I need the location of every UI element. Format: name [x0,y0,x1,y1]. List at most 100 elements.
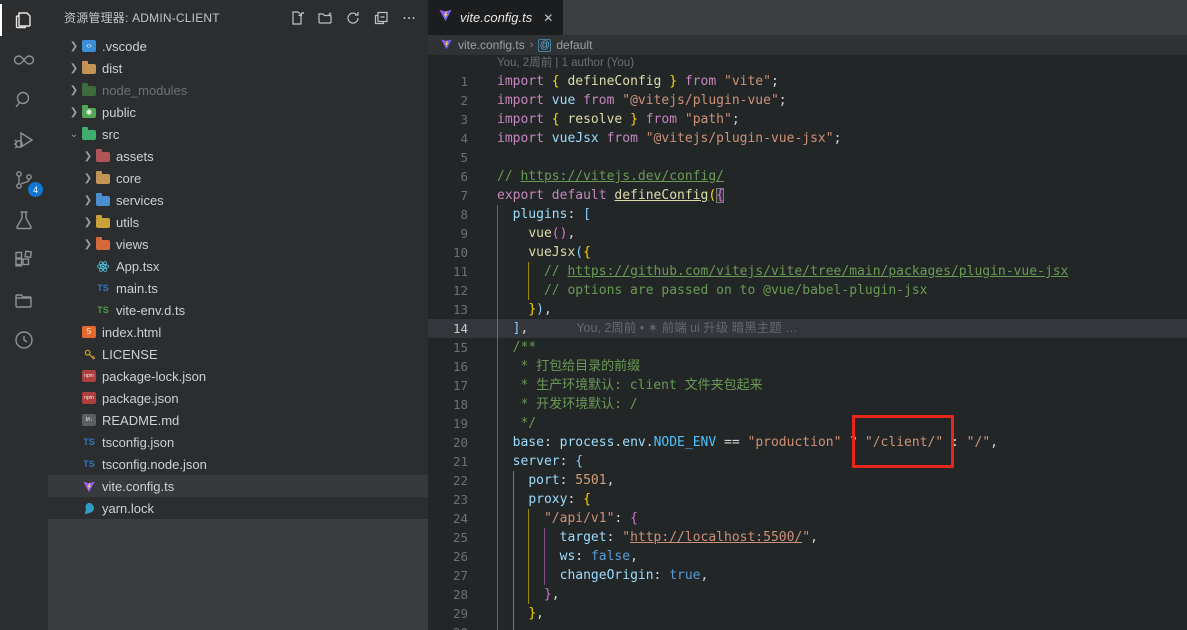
tree-item-package.json[interactable]: npmpackage.json [48,387,428,409]
explorer-header: 资源管理器: ADMIN-CLIENT [48,0,428,35]
code-line-2[interactable]: 2import vue from "@vitejs/plugin-vue"; [428,91,1187,110]
tree-item-services[interactable]: ❯ services [48,189,428,211]
code-line-18[interactable]: 18 * 开发环境默认: / [428,395,1187,414]
search-icon[interactable] [0,80,48,120]
testing-beaker-icon[interactable] [0,200,48,240]
files-explorer-icon[interactable] [0,0,48,40]
line-number: 18 [428,395,468,414]
tree-item-package-lock.json[interactable]: npmpackage-lock.json [48,365,428,387]
code-line-21[interactable]: 21 server: { [428,452,1187,471]
tree-item-README.md[interactable]: M↓README.md [48,409,428,431]
code-line-12[interactable]: 12 // options are passed on to @vue/babe… [428,281,1187,300]
tree-item-tsconfig.json[interactable]: TStsconfig.json [48,431,428,453]
assets-folder [96,152,110,162]
breadcrumb: vite.config.ts › @ default [428,35,1187,55]
code-line-14[interactable]: 14 ],You, 2周前 • ✶ 前端 ui 升级 暗黑主题 … [428,319,1187,338]
code-line-7[interactable]: 7export default defineConfig({ [428,186,1187,205]
npm-icon: npm [82,370,96,382]
code-line-8[interactable]: 8 plugins: [ [428,205,1187,224]
history-clock-icon[interactable] [0,320,48,360]
tab-close-icon[interactable]: ✕ [543,11,553,25]
code-line-28[interactable]: 28 }, [428,585,1187,604]
line-number: 26 [428,547,468,566]
editor-group: vite.config.ts ✕ vite.config.ts › @ defa… [428,0,1187,630]
breadcrumb-file[interactable]: vite.config.ts [458,38,525,52]
code-line-16[interactable]: 16 * 打包给目录的前缀 [428,357,1187,376]
code-line-22[interactable]: 22 port: 5501, [428,471,1187,490]
tree-item-main.ts[interactable]: TSmain.ts [48,277,428,299]
tree-item-views[interactable]: ❯views [48,233,428,255]
tree-item-label: assets [116,149,154,164]
code-line-24[interactable]: 24 "/api/v1": { [428,509,1187,528]
new-folder-icon[interactable] [314,7,336,29]
infinity-logo-icon[interactable] [0,40,48,80]
tree-item-yarn.lock[interactable]: yarn.lock [48,497,428,519]
tree-item-vite.config.ts[interactable]: vite.config.ts [48,475,428,497]
line-number: 3 [428,110,468,129]
line-content: // options are passed on to @vue/babel-p… [468,281,1187,300]
line-number: 25 [428,528,468,547]
code-line-29[interactable]: 29 }, [428,604,1187,623]
code-line-20[interactable]: 20 base: process.env.NODE_ENV == "produc… [428,433,1187,452]
code-line-4[interactable]: 4import vueJsx from "@vitejs/plugin-vue-… [428,129,1187,148]
license-key-icon [82,348,96,360]
code-line-23[interactable]: 23 proxy: { [428,490,1187,509]
tree-item-index.html[interactable]: 5index.html [48,321,428,343]
code-line-6[interactable]: 6// https://vitejs.dev/config/ [428,167,1187,186]
code-editor[interactable]: You, 2周前 | 1 author (You) 1import { defi… [428,55,1187,630]
code-line-17[interactable]: 17 * 生产环境默认: client 文件夹包起来 [428,376,1187,395]
explorer-toolbar [286,7,420,29]
code-line-9[interactable]: 9 vue(), [428,224,1187,243]
line-number: 7 [428,186,468,205]
code-line-27[interactable]: 27 changeOrigin: true, [428,566,1187,585]
code-line-30[interactable]: 30 [428,623,1187,630]
project-folder-icon[interactable] [0,280,48,320]
more-actions-icon[interactable] [398,7,420,29]
run-debug-icon[interactable] [0,120,48,160]
tree-item-assets[interactable]: ❯assets [48,145,428,167]
chevron-spacer [66,415,82,426]
source-control-icon[interactable]: 4 [0,160,48,200]
breadcrumb-symbol[interactable]: default [556,38,592,52]
tree-item-node_modules[interactable]: ❯node_modules [48,79,428,101]
tree-item-label: services [116,193,164,208]
collapse-folders-icon[interactable] [370,7,392,29]
code-line-11[interactable]: 11 // https://github.com/vitejs/vite/tre… [428,262,1187,281]
node-modules-folder [82,86,96,96]
code-line-13[interactable]: 13 }), [428,300,1187,319]
line-content: port: 5501, [468,471,1187,490]
tree-item-dist[interactable]: ❯dist [48,57,428,79]
vite-file-icon [440,38,453,53]
new-file-icon[interactable] [286,7,308,29]
tree-item-App.tsx[interactable]: App.tsx [48,255,428,277]
code-line-1[interactable]: 1import { defineConfig } from "vite"; [428,72,1187,91]
extensions-icon[interactable] [0,240,48,280]
code-line-15[interactable]: 15 /** [428,338,1187,357]
tree-item-label: views [116,237,149,252]
code-line-19[interactable]: 19 */ [428,414,1187,433]
tree-item-label: .vscode [102,39,147,54]
codelens-blame[interactable]: You, 2周前 | 1 author (You) [428,55,1187,72]
refresh-icon[interactable] [342,7,364,29]
code-line-25[interactable]: 25 target: "http://localhost:5500/", [428,528,1187,547]
tree-item-core[interactable]: ❯core [48,167,428,189]
tree-item-.vscode[interactable]: ❯‹›.vscode [48,35,428,57]
code-line-26[interactable]: 26 ws: false, [428,547,1187,566]
tree-item-utils[interactable]: ❯utils [48,211,428,233]
tree-item-src[interactable]: ⌄src [48,123,428,145]
tab-vite-config[interactable]: vite.config.ts ✕ [428,0,563,35]
code-line-3[interactable]: 3import { resolve } from "path"; [428,110,1187,129]
chevron-right-icon: ❯ [80,195,96,206]
line-content: proxy: { [468,490,1187,509]
tree-item-tsconfig.node.json[interactable]: TStsconfig.node.json [48,453,428,475]
code-line-5[interactable]: 5 [428,148,1187,167]
code-line-10[interactable]: 10 vueJsx({ [428,243,1187,262]
tree-item-public[interactable]: ❯✱public [48,101,428,123]
react-icon [96,260,110,272]
line-number: 23 [428,490,468,509]
explorer-sidebar: 资源管理器: ADMIN-CLIENT ❯‹›.vscode❯dist❯node… [48,0,428,630]
line-number: 11 [428,262,468,281]
line-content: ],You, 2周前 • ✶ 前端 ui 升级 暗黑主题 … [468,319,1187,338]
tree-item-vite-env.d.ts[interactable]: TSvite-env.d.ts [48,299,428,321]
tree-item-LICENSE[interactable]: LICENSE [48,343,428,365]
